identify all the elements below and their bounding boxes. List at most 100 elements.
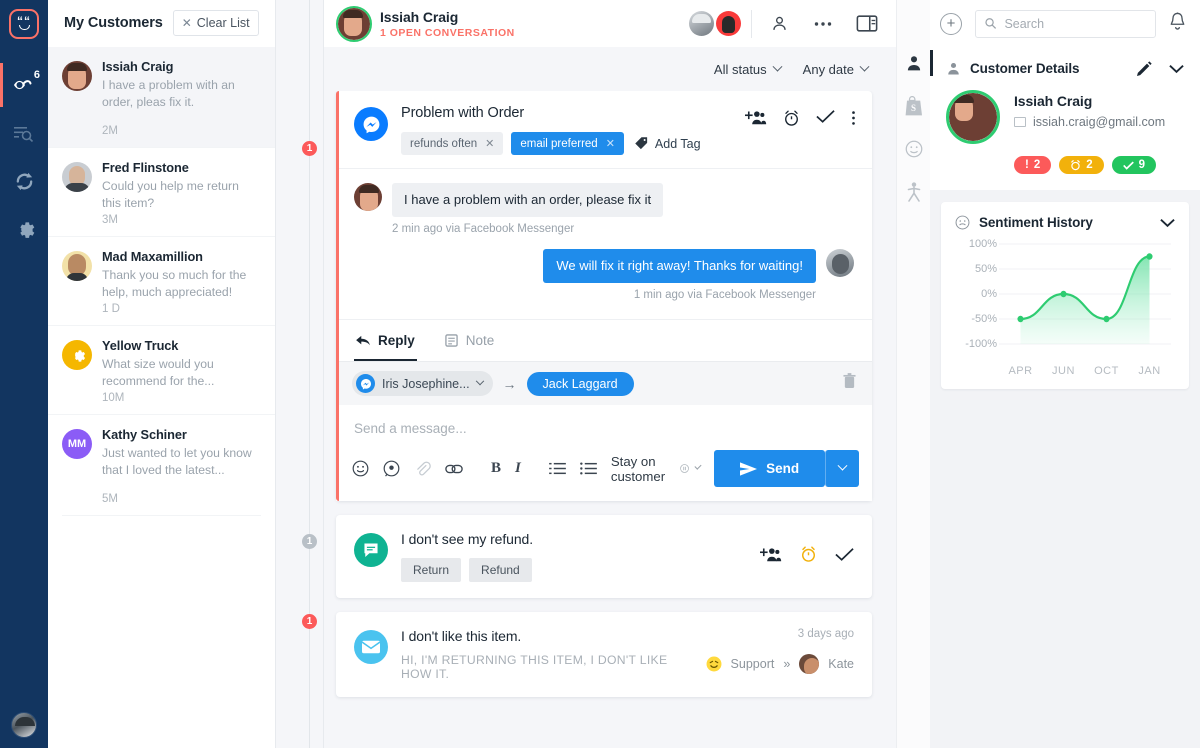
panel-toggle-icon[interactable] (850, 7, 884, 41)
collapse-chevron-icon[interactable] (1160, 218, 1175, 228)
remove-tag-icon[interactable]: ✕ (485, 137, 494, 150)
clear-list-button[interactable]: ✕ Clear List (172, 10, 259, 36)
conversation-card-refund[interactable]: I don't see my refund. Return Refund (336, 515, 872, 598)
participant-avatar-active[interactable] (716, 11, 741, 36)
status-filter-label: All status (713, 61, 767, 77)
conversation-card-header: Problem with Order refunds often ✕ email… (336, 91, 872, 169)
participant-avatar[interactable] (689, 11, 714, 36)
y-tick-label: 0% (981, 288, 997, 300)
badge-count: 2 (1033, 159, 1041, 171)
close-icon: ✕ (181, 16, 192, 30)
refund-button[interactable]: Refund (469, 558, 532, 582)
italic-icon[interactable]: I (515, 460, 521, 477)
profile-icon[interactable] (762, 7, 796, 41)
avatar (62, 340, 92, 370)
assign-from-selector[interactable]: Iris Josephine... (352, 371, 493, 396)
status-badge-resolved[interactable]: 9 (1111, 156, 1157, 174)
tag-refunds-often[interactable]: refunds often ✕ (401, 132, 504, 155)
avatar (336, 5, 372, 42)
notifications-bell-icon[interactable] (1169, 12, 1186, 36)
conversation-scroll-area[interactable]: Problem with Order refunds often ✕ email… (324, 91, 896, 748)
canned-response-icon[interactable] (383, 460, 400, 477)
list-item[interactable]: MM Kathy Schiner Just wanted to let you … (48, 415, 275, 515)
add-participant-icon[interactable] (760, 546, 782, 563)
status-badges: ! 2 2 9 (1014, 156, 1184, 174)
list-item[interactable]: Issiah Craig I have a problem with an or… (48, 47, 275, 148)
ordered-list-icon[interactable] (549, 462, 566, 475)
chart-point[interactable] (1103, 315, 1110, 323)
send-options-button[interactable] (825, 450, 860, 487)
stay-on-customer-selector[interactable]: Stay on customer (611, 454, 702, 484)
timeline-marker[interactable]: 1 (302, 614, 317, 629)
list-item[interactable]: Mad Maxamillion Thank you so much for th… (48, 237, 275, 326)
bold-icon[interactable]: B (491, 460, 501, 477)
delete-draft-icon[interactable] (843, 373, 856, 394)
tag-email-preferred[interactable]: email preferred ✕ (511, 132, 624, 155)
collapse-chevron-icon[interactable] (1169, 64, 1184, 74)
sidebar-item-sync[interactable] (0, 157, 48, 205)
return-button[interactable]: Return (401, 558, 462, 582)
add-new-button[interactable]: + (940, 12, 962, 35)
x-tick-label: APR (1008, 365, 1033, 377)
snooze-alarm-icon[interactable] (783, 109, 800, 127)
message-bubble: I have a problem with an order, please f… (392, 183, 664, 217)
add-participant-icon[interactable] (745, 109, 767, 126)
conversation-time: 3 days ago (797, 628, 854, 640)
sidebar-item-settings[interactable] (0, 205, 48, 253)
customer-email-row[interactable]: issiah.craig@gmail.com (1014, 115, 1184, 129)
link-icon[interactable] (445, 462, 463, 476)
status-filter[interactable]: All status (713, 61, 783, 77)
status-badge-open[interactable]: ! 2 (1014, 156, 1052, 174)
message-row-outgoing: We will fix it right away! Thanks for wa… (354, 249, 854, 283)
avatar-image (949, 93, 997, 141)
edit-pencil-icon[interactable] (1137, 61, 1152, 76)
customer-time: 5M (102, 493, 118, 505)
assignment-bar: Iris Josephine... → Jack Laggard (336, 361, 872, 405)
y-tick-label: 100% (968, 238, 997, 250)
sentiment-icon[interactable] (905, 140, 923, 158)
snooze-alarm-icon[interactable] (800, 545, 817, 563)
chart-point[interactable] (1060, 290, 1067, 298)
acquire-logo[interactable]: ““ (9, 9, 39, 39)
resolve-check-icon[interactable] (816, 109, 835, 124)
customer-snippet: Could you help me return this item? (102, 179, 239, 210)
timeline-marker[interactable]: 1 (302, 141, 317, 156)
badge-count: 2 (1086, 159, 1093, 171)
assign-to-pill[interactable]: Jack Laggard (526, 371, 634, 396)
sidebar-item-visitors[interactable]: 6 (0, 61, 48, 109)
status-badge-pending[interactable]: 2 (1059, 156, 1104, 174)
date-filter[interactable]: Any date (803, 61, 870, 77)
chart-point[interactable] (1017, 315, 1024, 323)
list-item[interactable]: Fred Flinstone Could you help me return … (48, 148, 275, 237)
shopify-icon[interactable]: S (905, 96, 923, 116)
timeline-marker[interactable]: 1 (302, 534, 317, 549)
tag-icon (635, 137, 648, 150)
send-button[interactable]: Send (714, 450, 826, 487)
chart-point[interactable] (1146, 253, 1153, 260)
list-item[interactable]: Yellow Truck What size would you recomme… (48, 326, 275, 415)
more-options-icon[interactable] (806, 7, 840, 41)
resolve-check-icon[interactable] (835, 547, 854, 562)
y-tick-label: -50% (971, 313, 997, 325)
avatar: MM (62, 429, 92, 459)
add-tag-button[interactable]: Add Tag (632, 131, 710, 156)
search-input[interactable] (1004, 16, 1146, 31)
remove-tag-icon[interactable]: ✕ (606, 137, 615, 150)
attachment-icon[interactable] (414, 460, 431, 477)
sidebar-item-filter-search[interactable] (0, 109, 48, 157)
search-input-wrapper[interactable] (975, 9, 1156, 38)
conversation-title: Problem with Order (401, 105, 525, 121)
emoji-icon[interactable] (352, 460, 369, 477)
message-meta: 2 min ago via Facebook Messenger (392, 223, 575, 235)
conversation-card-email[interactable]: I don't like this item. HI, I'M RETURNIN… (336, 612, 872, 697)
avatar (62, 251, 92, 281)
tab-note[interactable]: Note (443, 320, 497, 361)
customer-profile-icon[interactable] (905, 50, 933, 76)
current-user-avatar[interactable] (11, 712, 37, 738)
visitor-path-icon[interactable] (905, 182, 923, 202)
tab-reply[interactable]: Reply (354, 320, 417, 361)
more-options-icon[interactable] (851, 109, 856, 127)
bulleted-list-icon[interactable] (580, 462, 597, 475)
message-composer[interactable]: Send a message... (336, 405, 872, 436)
tab-reply-label: Reply (378, 333, 415, 348)
